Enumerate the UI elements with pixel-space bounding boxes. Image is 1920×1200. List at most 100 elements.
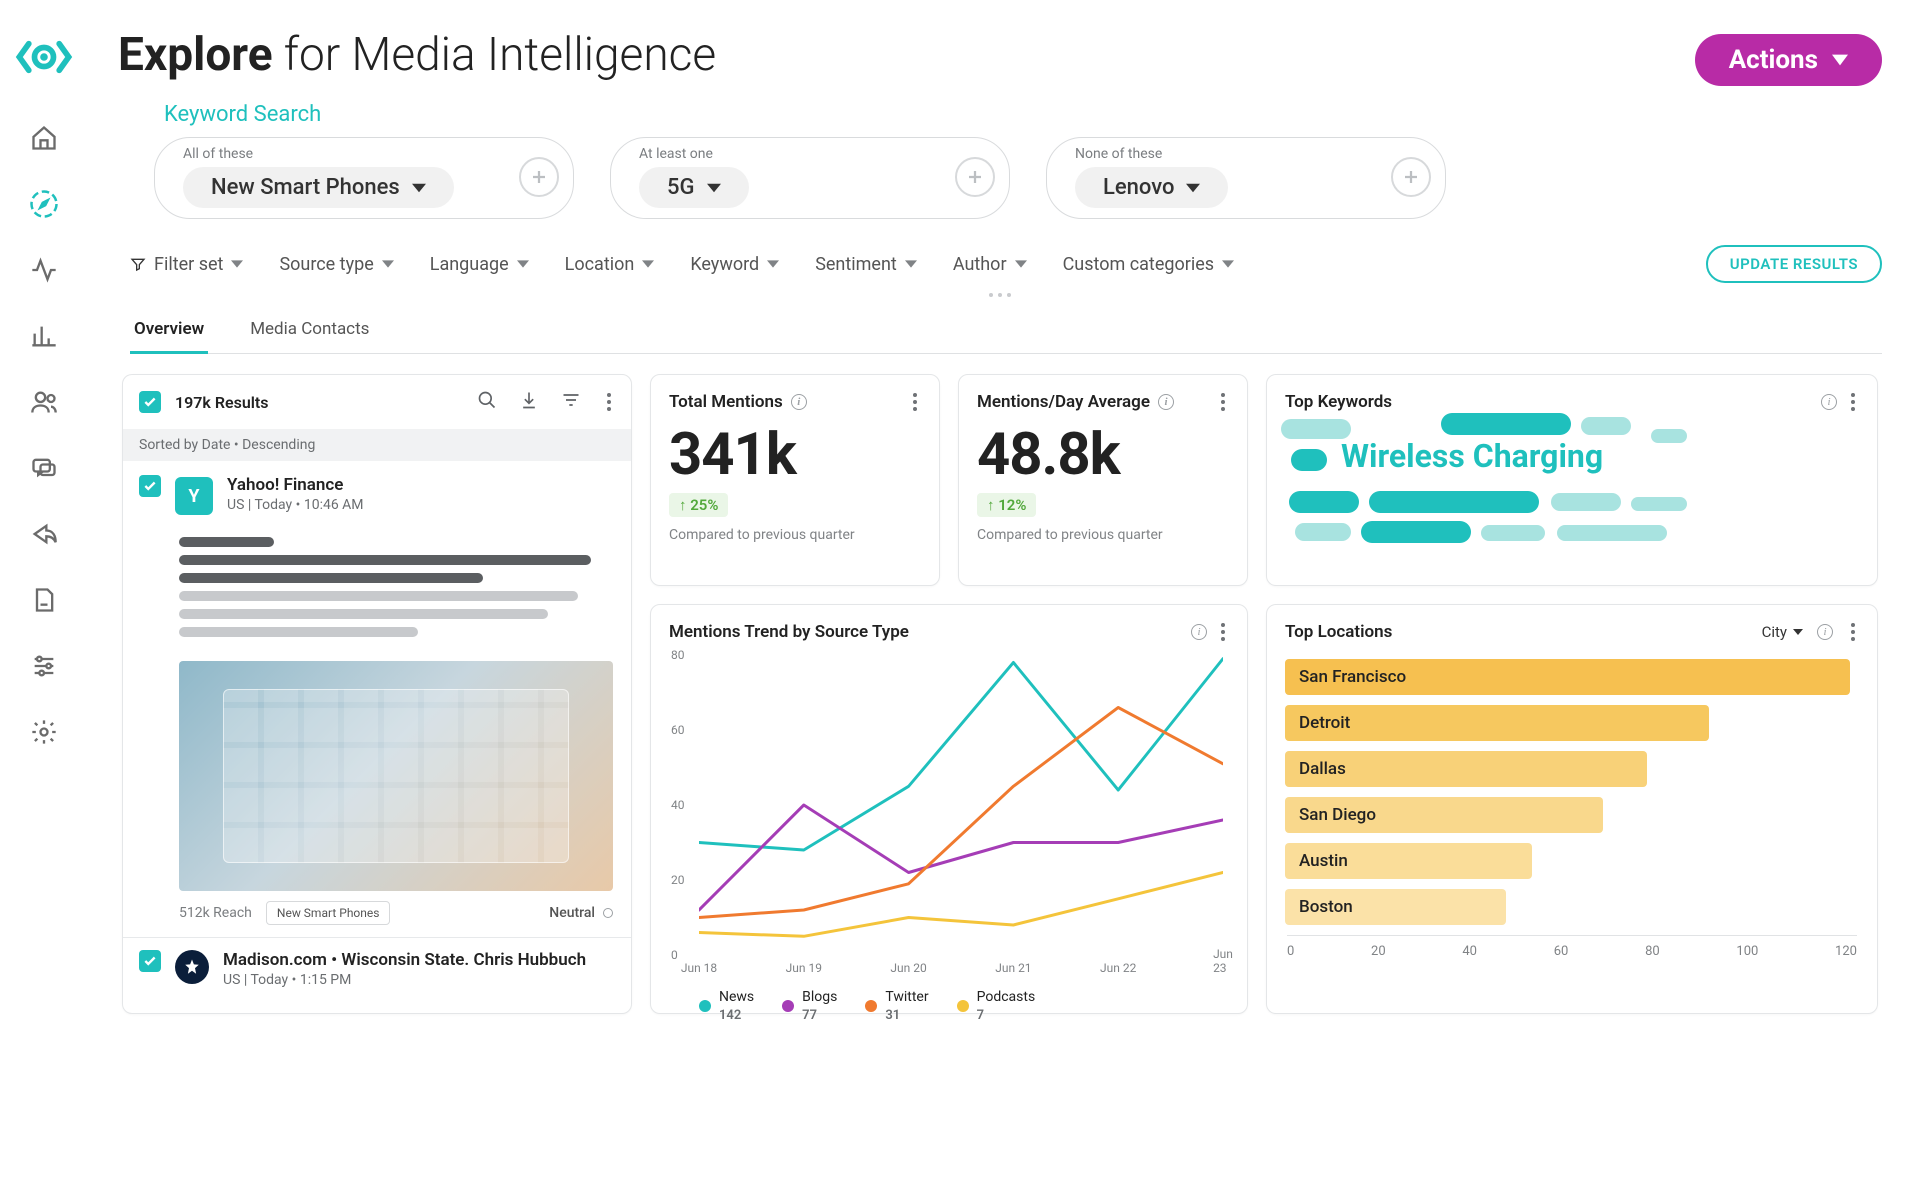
result-checkbox[interactable] (139, 950, 161, 972)
search-group-none-label: None of these (1075, 146, 1377, 162)
kpi-subtitle: Compared to previous quarter (977, 527, 1229, 543)
nav-share[interactable] (26, 516, 62, 552)
chip-none[interactable]: Lenovo (1075, 167, 1228, 208)
locations-axis: 020406080100120 (1287, 935, 1857, 959)
card-menu-icon[interactable] (1847, 389, 1859, 415)
nav-settings[interactable] (26, 714, 62, 750)
download-icon[interactable] (519, 390, 539, 414)
result-checkbox[interactable] (139, 475, 161, 497)
result-image (179, 661, 613, 891)
nav-charts[interactable] (26, 318, 62, 354)
info-icon[interactable]: i (791, 394, 807, 410)
info-icon[interactable]: i (1191, 624, 1207, 640)
nav-home[interactable] (26, 120, 62, 156)
mentions-trend-card: Mentions Trend by Source Type i 020406080… (650, 604, 1248, 1014)
filter-custom[interactable]: Custom categories (1063, 254, 1235, 275)
card-menu-icon[interactable] (1217, 619, 1229, 645)
kpi-title: Total Mentions (669, 392, 783, 412)
location-bar[interactable]: Dallas (1285, 751, 1647, 787)
locations-bars: San Francisco Detroit Dallas San Diego Austi… (1285, 659, 1859, 925)
nav-people[interactable] (26, 384, 62, 420)
top-locations-card: Top Locations City i San Francisco Detroi… (1266, 604, 1878, 1014)
result-tag[interactable]: New Smart Phones (266, 901, 391, 925)
filter-author[interactable]: Author (953, 254, 1027, 275)
sort-icon[interactable] (561, 390, 581, 414)
brand-logo (15, 38, 73, 76)
select-all-checkbox[interactable] (139, 391, 161, 413)
tab-overview[interactable]: Overview (130, 309, 208, 354)
kpi-value: 341k (669, 421, 921, 489)
legend-item[interactable]: Twitter31 (865, 989, 928, 1023)
nav-explore[interactable] (26, 186, 62, 222)
add-all-icon[interactable] (519, 157, 559, 197)
nav-document[interactable] (26, 582, 62, 618)
result-source: Yahoo! Finance (227, 475, 615, 495)
update-results-button[interactable]: UPDATE RESULTS (1706, 245, 1882, 283)
actions-button[interactable]: Actions (1695, 34, 1882, 86)
chip-all[interactable]: New Smart Phones (183, 167, 454, 208)
result-sentiment: Neutral (549, 905, 613, 921)
filter-sentiment[interactable]: Sentiment (815, 254, 917, 275)
card-title: Top Keywords (1285, 392, 1392, 412)
kpi-delta: ↑ 25% (669, 493, 728, 517)
add-any-icon[interactable] (955, 157, 995, 197)
info-icon[interactable]: i (1821, 394, 1837, 410)
results-menu-icon[interactable] (603, 389, 615, 415)
filter-location[interactable]: Location (565, 254, 655, 275)
filter-filterset[interactable]: Filter set (130, 254, 243, 275)
result-meta: US | Today • 1:15 PM (223, 972, 615, 988)
info-icon[interactable]: i (1817, 624, 1833, 640)
tab-media-contacts[interactable]: Media Contacts (246, 309, 373, 353)
legend-item[interactable]: News142 (699, 989, 754, 1023)
card-title: Mentions Trend by Source Type (669, 622, 909, 642)
search-group-all-label: All of these (183, 146, 505, 162)
result-source: Madison.com • Wisconsin State. Chris Hub… (223, 950, 615, 970)
results-sort-label: Sorted by Date • Descending (123, 429, 631, 461)
card-menu-icon[interactable] (1847, 619, 1859, 645)
card-menu-icon[interactable] (909, 389, 921, 415)
card-menu-icon[interactable] (1217, 389, 1229, 415)
results-card: 197k Results Sorted by Date • Descending… (122, 374, 632, 1014)
locations-scope-select[interactable]: City (1762, 623, 1803, 641)
kpi-delta: ↑ 12% (977, 493, 1036, 517)
filter-language[interactable]: Language (430, 254, 529, 275)
card-title: Top Locations (1285, 622, 1392, 642)
chip-any[interactable]: 5G (639, 167, 749, 208)
kpi-total-mentions: Total Mentions i 341k ↑ 25% Compared to p… (650, 374, 940, 586)
location-bar[interactable]: Boston (1285, 889, 1506, 925)
nav-activity[interactable] (26, 252, 62, 288)
search-icon[interactable] (477, 390, 497, 414)
result-item[interactable]: Y Yahoo! Finance US | Today • 10:46 AM (123, 461, 631, 523)
results-count: 197k Results (175, 393, 269, 412)
result-item[interactable]: Madison.com • Wisconsin State. Chris Hub… (123, 937, 631, 1000)
legend-item[interactable]: Blogs77 (782, 989, 837, 1023)
page-title: Explore for Media Intelligence (118, 28, 1446, 82)
search-group-all: All of these New Smart Phones (154, 137, 574, 219)
nav-filters[interactable] (26, 648, 62, 684)
kpi-title: Mentions/Day Average (977, 392, 1150, 412)
search-section-label: Keyword Search (164, 102, 1446, 127)
tabs: Overview Media Contacts (130, 309, 1882, 354)
sidebar (0, 0, 88, 1200)
keyword-cloud: Wireless Charging (1281, 419, 1863, 571)
filters-bar: Filter set Source type Language Location… (130, 245, 1882, 283)
legend-item[interactable]: Podcasts7 (957, 989, 1036, 1023)
filter-sourcetype[interactable]: Source type (279, 254, 393, 275)
divider-dots (118, 293, 1882, 297)
keyword-hero: Wireless Charging (1341, 437, 1603, 475)
result-reach: 512k Reach (179, 905, 252, 921)
search-group-any: At least one 5G (610, 137, 1010, 219)
filter-keyword[interactable]: Keyword (690, 254, 779, 275)
location-bar[interactable]: Detroit (1285, 705, 1709, 741)
kpi-subtitle: Compared to previous quarter (669, 527, 921, 543)
location-bar[interactable]: San Francisco (1285, 659, 1850, 695)
trend-chart: 020406080Jun 18Jun 19Jun 20Jun 21Jun 22J… (699, 655, 1223, 955)
location-bar[interactable]: Austin (1285, 843, 1532, 879)
info-icon[interactable]: i (1158, 394, 1174, 410)
source-avatar (175, 950, 209, 984)
trend-legend: News142 Blogs77 Twitter31 Podcasts7 (699, 989, 1229, 1023)
location-bar[interactable]: San Diego (1285, 797, 1603, 833)
main: Explore for Media Intelligence Keyword S… (88, 0, 1920, 1200)
nav-chat[interactable] (26, 450, 62, 486)
add-none-icon[interactable] (1391, 157, 1431, 197)
